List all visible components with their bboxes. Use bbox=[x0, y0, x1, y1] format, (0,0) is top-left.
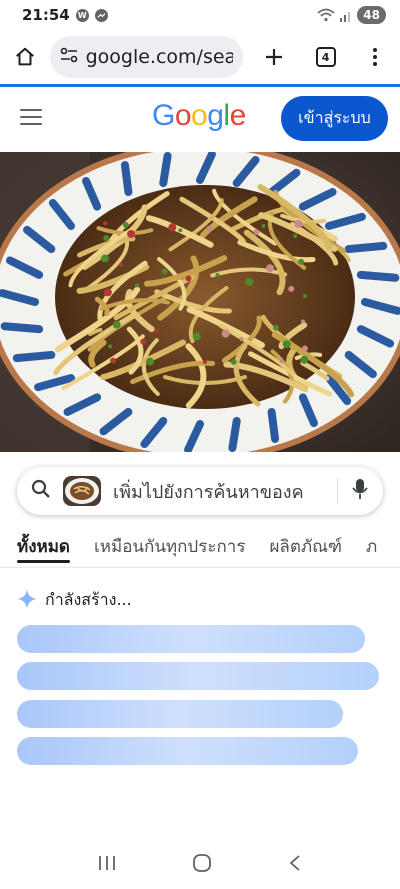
google-logo[interactable]: Google bbox=[152, 99, 246, 133]
recents-icon[interactable] bbox=[98, 855, 116, 875]
wifi-icon bbox=[317, 8, 335, 22]
logo-letter: o bbox=[191, 99, 208, 132]
tab-exact-matches[interactable]: เหมือนกันทุกประการ bbox=[94, 527, 246, 565]
battery-indicator: 48 bbox=[357, 6, 386, 24]
status-time: 21:54 bbox=[22, 6, 70, 24]
generating-label: กำลังสร้าง... bbox=[45, 590, 132, 609]
loading-skeleton-line bbox=[17, 662, 379, 690]
tabs-icon[interactable]: 4 bbox=[311, 42, 341, 72]
search-divider bbox=[337, 478, 338, 504]
sparkle-icon bbox=[17, 588, 37, 613]
loading-skeleton-line bbox=[17, 625, 365, 653]
query-image bbox=[0, 152, 400, 452]
logo-letter: e bbox=[229, 99, 247, 132]
notification-app-icon: W bbox=[75, 8, 89, 22]
tabs-divider bbox=[0, 567, 400, 568]
tab-all[interactable]: ทั้งหมด bbox=[17, 527, 70, 565]
back-icon[interactable] bbox=[288, 854, 302, 876]
google-header: Google เข้าสู่ระบบ bbox=[0, 87, 400, 149]
messenger-icon bbox=[94, 8, 108, 22]
browser-toolbar: google.com/sea 4 bbox=[0, 30, 400, 84]
home-icon[interactable] bbox=[10, 42, 40, 72]
signin-button[interactable]: เข้าสู่ระบบ bbox=[281, 96, 388, 141]
logo-letter: g bbox=[207, 99, 224, 132]
plus-icon[interactable] bbox=[259, 42, 289, 72]
logo-letter: G bbox=[152, 99, 175, 132]
tab-products[interactable]: ผลิตภัณฑ์ bbox=[269, 527, 342, 565]
omnibox[interactable]: google.com/sea bbox=[49, 36, 244, 78]
status-bar: 21:54 W 48 bbox=[0, 0, 400, 30]
home-nav-icon[interactable] bbox=[192, 853, 212, 877]
status-right: 48 bbox=[317, 6, 386, 24]
search-icon[interactable] bbox=[31, 479, 51, 503]
tab-count[interactable]: 4 bbox=[315, 47, 336, 67]
search-tabs: ทั้งหมด เหมือนกันทุกประการ ผลิตภัณฑ์ ภ bbox=[0, 527, 400, 565]
more-vert-icon[interactable] bbox=[360, 42, 390, 72]
system-navbar bbox=[0, 840, 400, 889]
mic-icon[interactable] bbox=[352, 478, 368, 504]
image-thumbnail[interactable] bbox=[63, 476, 101, 506]
menu-icon[interactable] bbox=[20, 109, 42, 125]
logo-letter: o bbox=[174, 99, 192, 132]
site-settings-icon[interactable] bbox=[60, 47, 78, 67]
loading-skeleton-line bbox=[17, 700, 343, 728]
loading-skeleton-line bbox=[17, 737, 358, 765]
ai-generating-header: กำลังสร้าง... bbox=[17, 588, 132, 613]
search-input[interactable]: เพิ่มไปยังการค้นหาของค bbox=[113, 477, 331, 506]
url-text[interactable]: google.com/sea bbox=[86, 46, 234, 68]
tab-next[interactable]: ภ bbox=[366, 527, 377, 565]
signal-icon bbox=[340, 11, 351, 22]
search-bar[interactable]: เพิ่มไปยังการค้นหาของค bbox=[17, 467, 383, 515]
